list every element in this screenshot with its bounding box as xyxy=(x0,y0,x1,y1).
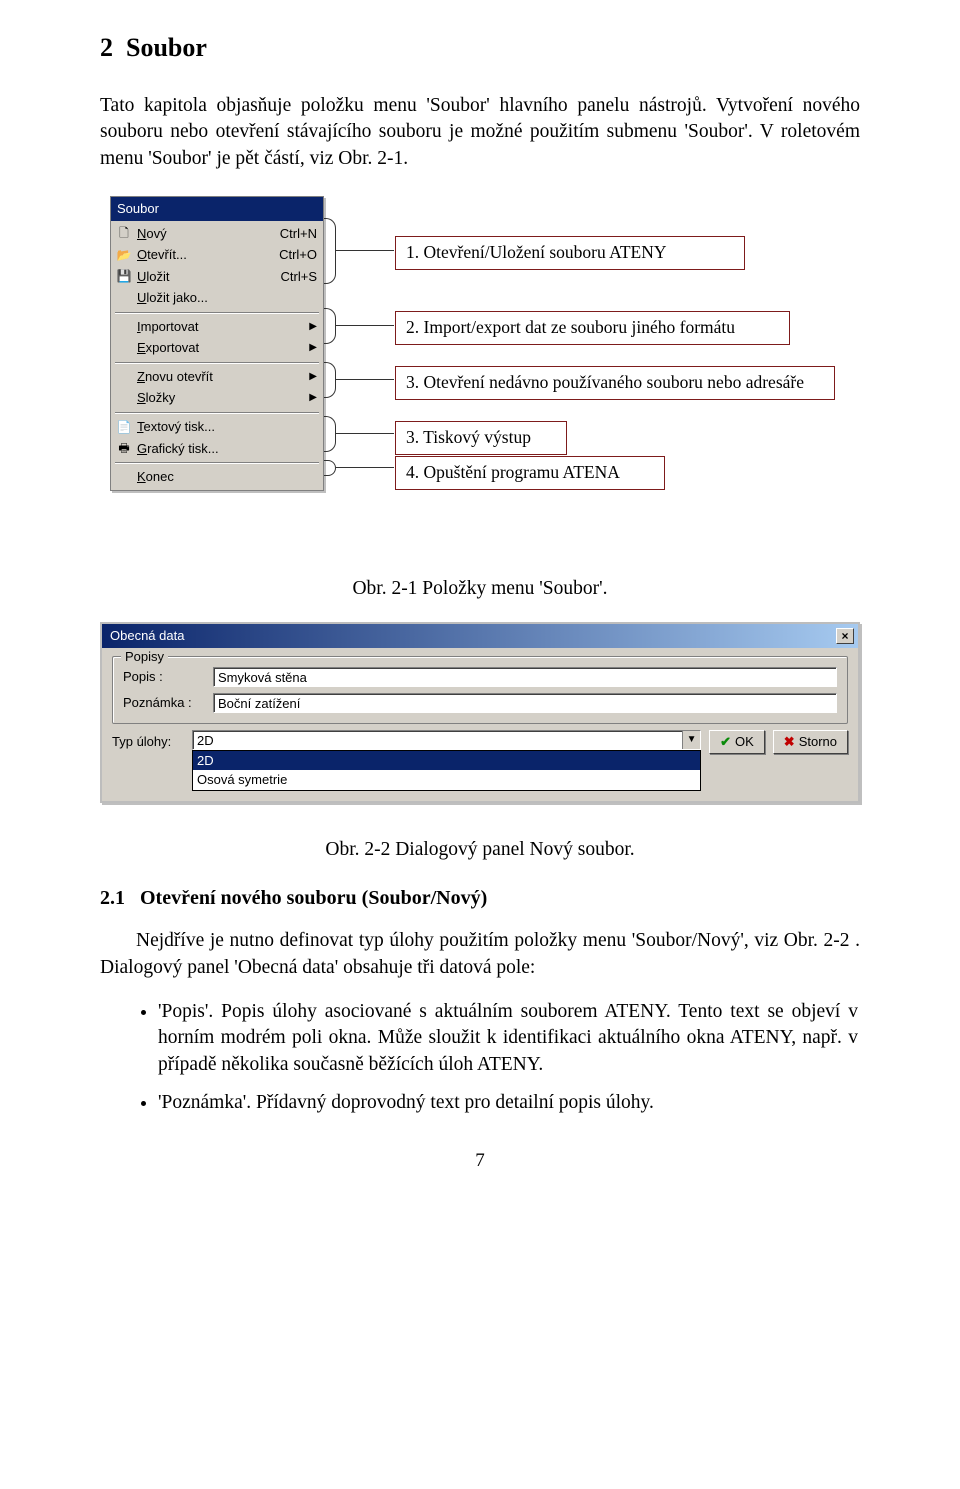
menu-item-label: Exportovat xyxy=(137,339,305,357)
bullet-2: 'Poznámka'. Přídavný doprovodný text pro… xyxy=(158,1090,860,1116)
menu-item-label: Uložit jako... xyxy=(137,289,317,307)
menu-item-1[interactable]: 📂Otevřít... Ctrl+O xyxy=(113,244,321,266)
menu-item-label: Importovat xyxy=(137,318,305,336)
typ-option-2d[interactable]: 2D xyxy=(193,751,700,771)
menu-item-label: Otevřít... xyxy=(137,246,271,264)
menu-item-2[interactable]: 💾Uložit Ctrl+S xyxy=(113,266,321,288)
menu-item-label: Textový tisk... xyxy=(137,418,317,436)
soubor-menu: Soubor 🗋Nový Ctrl+N 📂Otevřít... Ctrl+O 💾Ulož… xyxy=(110,196,324,491)
section-heading: 2 Soubor xyxy=(100,30,860,65)
typ-select[interactable]: 2D ▼ xyxy=(192,730,701,750)
connector-4 xyxy=(336,433,394,434)
menu-item-11[interactable]: 📄Textový tisk... xyxy=(113,416,321,438)
connector-1 xyxy=(336,250,394,251)
menu-item-shortcut: Ctrl+N xyxy=(280,225,317,243)
dialog-title: Obecná data xyxy=(106,627,836,645)
chevron-right-icon: ▶ xyxy=(309,320,317,334)
menu-item-label: Složky xyxy=(137,389,305,407)
typ-option-osova[interactable]: Osová symetrie xyxy=(193,770,700,790)
bullet-1: 'Popis'. Popis úlohy asociované s aktuál… xyxy=(158,999,860,1078)
ok-button[interactable]: ✔ OK xyxy=(709,730,765,754)
menu-item-label: Nový xyxy=(137,225,272,243)
menu-item-0[interactable]: 🗋Nový Ctrl+N xyxy=(113,223,321,245)
menu-item-5[interactable]: Importovat ▶ xyxy=(113,316,321,338)
callout-1: 1. Otevření/Uložení souboru ATENY xyxy=(395,236,745,270)
brace-5 xyxy=(324,460,336,476)
menu-item-14[interactable]: Konec xyxy=(113,466,321,488)
menu-item-icon: 🖶 xyxy=(115,440,133,456)
chevron-right-icon: ▶ xyxy=(309,370,317,384)
menu-item-12[interactable]: 🖶Grafický tisk... xyxy=(113,438,321,460)
typ-select-list: 2D Osová symetrie xyxy=(192,750,701,791)
menu-title: Soubor xyxy=(111,197,323,221)
popis-input[interactable]: Smyková stěna xyxy=(213,667,837,687)
menu-item-6[interactable]: Exportovat ▶ xyxy=(113,337,321,359)
menu-item-label: Uložit xyxy=(137,268,273,286)
paragraph-2: Nejdříve je nutno definovat typ úlohy po… xyxy=(100,928,860,981)
figure-1-caption: Obr. 2-1 Položky menu 'Soubor'. xyxy=(100,576,860,602)
chevron-right-icon: ▶ xyxy=(309,391,317,405)
menu-item-label: Znovu otevřít xyxy=(137,368,305,386)
menu-separator xyxy=(115,412,319,413)
poznamka-label: Poznámka : xyxy=(123,694,213,712)
menu-item-9[interactable]: Složky ▶ xyxy=(113,387,321,409)
menu-item-shortcut: Ctrl+O xyxy=(279,246,317,264)
brace-3 xyxy=(324,362,336,398)
close-icon: ✖ xyxy=(784,733,795,751)
menu-item-3[interactable]: Uložit jako... xyxy=(113,287,321,309)
menu-item-icon: 📄 xyxy=(115,419,133,435)
menu-item-label: Grafický tisk... xyxy=(137,440,317,458)
menu-item-icon: 📂 xyxy=(115,247,133,263)
bullet-list: 'Popis'. Popis úlohy asociované s aktuál… xyxy=(100,999,860,1116)
dialog-obecna-data: Obecná data × Popisy Popis : Smyková stě… xyxy=(100,622,860,803)
menu-item-icon: 🗋 xyxy=(115,225,133,241)
popis-label: Popis : xyxy=(123,668,213,686)
brace-1 xyxy=(324,218,336,284)
connector-3 xyxy=(336,379,394,380)
chevron-down-icon[interactable]: ▼ xyxy=(682,731,700,749)
callout-3: 3. Otevření nedávno používaného souboru … xyxy=(395,366,835,400)
callout-2: 2. Import/export dat ze souboru jiného f… xyxy=(395,311,790,345)
group-legend: Popisy xyxy=(121,648,168,666)
figure-1: Soubor 🗋Nový Ctrl+N 📂Otevřít... Ctrl+O 💾Ulož… xyxy=(100,196,860,566)
callout-5: 4. Opuštění programu ATENA xyxy=(395,456,665,490)
menu-item-label: Konec xyxy=(137,468,317,486)
connector-5 xyxy=(336,467,394,468)
menu-item-icon: 💾 xyxy=(115,268,133,284)
intro-paragraph: Tato kapitola objasňuje položku menu 'So… xyxy=(100,93,860,172)
brace-2 xyxy=(324,308,336,344)
typ-label: Typ úlohy: xyxy=(112,730,184,751)
close-icon[interactable]: × xyxy=(836,628,854,644)
menu-separator xyxy=(115,462,319,463)
callout-4: 3. Tiskový výstup xyxy=(395,421,567,455)
connector-2 xyxy=(336,325,394,326)
check-icon: ✔ xyxy=(720,733,731,751)
brace-4 xyxy=(324,416,336,452)
storno-button[interactable]: ✖ Storno xyxy=(773,730,848,754)
menu-separator xyxy=(115,362,319,363)
figure-2-caption: Obr. 2-2 Dialogový panel Nový soubor. xyxy=(100,837,860,863)
menu-separator xyxy=(115,312,319,313)
chevron-right-icon: ▶ xyxy=(309,341,317,355)
menu-item-8[interactable]: Znovu otevřít ▶ xyxy=(113,366,321,388)
poznamka-input[interactable]: Boční zatížení xyxy=(213,693,837,713)
subsection-heading: 2.1 Otevření nového souboru (Soubor/Nový… xyxy=(100,885,860,912)
page-number: 7 xyxy=(100,1148,860,1174)
menu-item-shortcut: Ctrl+S xyxy=(281,268,317,286)
